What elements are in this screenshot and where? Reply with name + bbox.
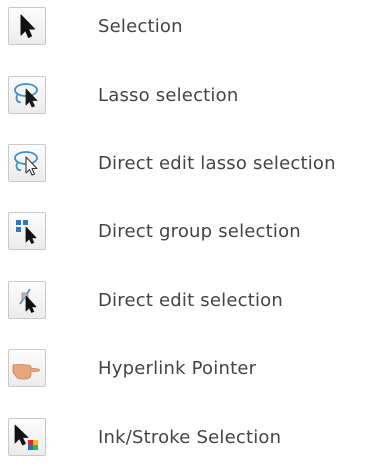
ink-stroke-selection-tool-button[interactable] — [8, 418, 46, 456]
tool-label-direct-edit-lasso: Direct edit lasso selection — [98, 153, 336, 174]
tool-label-ink-stroke-selection: Ink/Stroke Selection — [98, 427, 282, 448]
tool-row-selection: Selection — [0, 3, 375, 63]
direct-group-selection-tool-button[interactable] — [8, 212, 46, 250]
tool-label-direct-group-selection: Direct group selection — [98, 221, 301, 242]
lasso-selection-tool-button[interactable] — [8, 76, 46, 114]
tool-row-lasso-selection: Lasso selection — [0, 72, 375, 132]
hyperlink-pointer-tool-button[interactable] — [8, 349, 46, 387]
arrow-pointer-icon — [20, 14, 35, 38]
tool-row-ink-stroke-selection: Ink/Stroke Selection — [0, 414, 375, 474]
tool-row-direct-edit-lasso: Direct edit lasso selection — [0, 140, 375, 200]
tool-label-lasso-selection: Lasso selection — [98, 85, 239, 106]
ink-stroke-selection-icon — [14, 424, 38, 450]
lasso-selection-icon — [14, 83, 38, 108]
direct-group-selection-icon — [16, 220, 37, 244]
tool-row-hyperlink-pointer: Hyperlink Pointer — [0, 345, 375, 405]
hand-pointer-icon — [12, 364, 40, 380]
tool-legend-list: Selection Lasso selection Direct edit la… — [0, 0, 375, 473]
direct-edit-lasso-tool-button[interactable] — [8, 144, 46, 182]
tool-label-selection: Selection — [98, 16, 183, 37]
tool-row-direct-edit-selection: Direct edit selection — [0, 277, 375, 337]
direct-edit-lasso-icon — [14, 151, 38, 176]
selection-tool-button[interactable] — [8, 7, 46, 45]
direct-edit-selection-icon — [19, 288, 37, 313]
tool-label-direct-edit-selection: Direct edit selection — [98, 290, 283, 311]
tool-label-hyperlink-pointer: Hyperlink Pointer — [98, 358, 257, 379]
direct-edit-selection-tool-button[interactable] — [8, 281, 46, 319]
tool-row-direct-group-selection: Direct group selection — [0, 208, 375, 268]
